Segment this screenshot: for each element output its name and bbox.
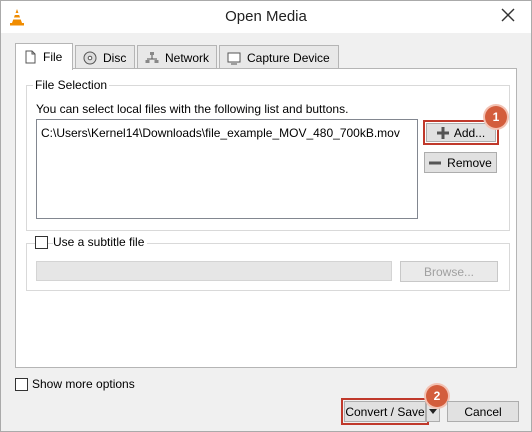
tab-network[interactable]: Network [137,45,217,69]
open-media-dialog: Open Media File Disc Network Capture Dev… [0,0,532,432]
window-title: Open Media [225,8,307,25]
list-item[interactable]: C:\Users\Kernel14\Downloads\file_example… [41,126,400,140]
convert-save-button[interactable]: Convert / Save [341,398,429,425]
capture-device-icon [227,52,241,64]
cancel-button[interactable]: Cancel [447,401,519,422]
file-selection-title: File Selection [33,78,110,92]
file-tab-panel: File Selection You can select local file… [15,68,517,368]
use-subtitle-label: Use a subtitle file [53,235,148,249]
tab-disc-label: Disc [103,50,127,65]
step-2-badge: 2 [426,385,448,407]
subtitle-path-field[interactable] [36,261,392,281]
tab-disc[interactable]: Disc [75,45,135,69]
network-icon [145,51,159,63]
title-bar: Open Media [1,1,531,33]
tab-network-label: Network [165,50,210,65]
file-selection-hint: You can select local files with the foll… [36,102,349,116]
show-more-options-checkbox[interactable] [15,378,28,391]
remove-button-label: Remove [447,155,492,170]
close-icon[interactable] [499,6,517,24]
show-more-options-label: Show more options [32,377,135,391]
tab-file[interactable]: File [15,43,73,70]
tab-file-label: File [43,50,63,64]
minus-icon [429,161,442,164]
tab-capture-device-label: Capture Device [247,50,330,65]
add-file-button[interactable]: Add... [423,120,499,145]
tab-capture-device[interactable]: Capture Device [219,45,339,69]
disc-icon [83,51,97,64]
file-icon [25,50,36,64]
add-button-label: Add... [453,125,486,140]
file-list[interactable]: C:\Users\Kernel14\Downloads\file_example… [36,119,418,219]
use-subtitle-checkbox[interactable] [35,236,48,249]
chevron-down-icon [429,409,437,414]
step-1-badge: 1 [485,106,507,128]
remove-file-button[interactable]: Remove [424,152,497,173]
browse-button[interactable]: Browse... [400,261,498,282]
plus-icon [436,126,449,139]
